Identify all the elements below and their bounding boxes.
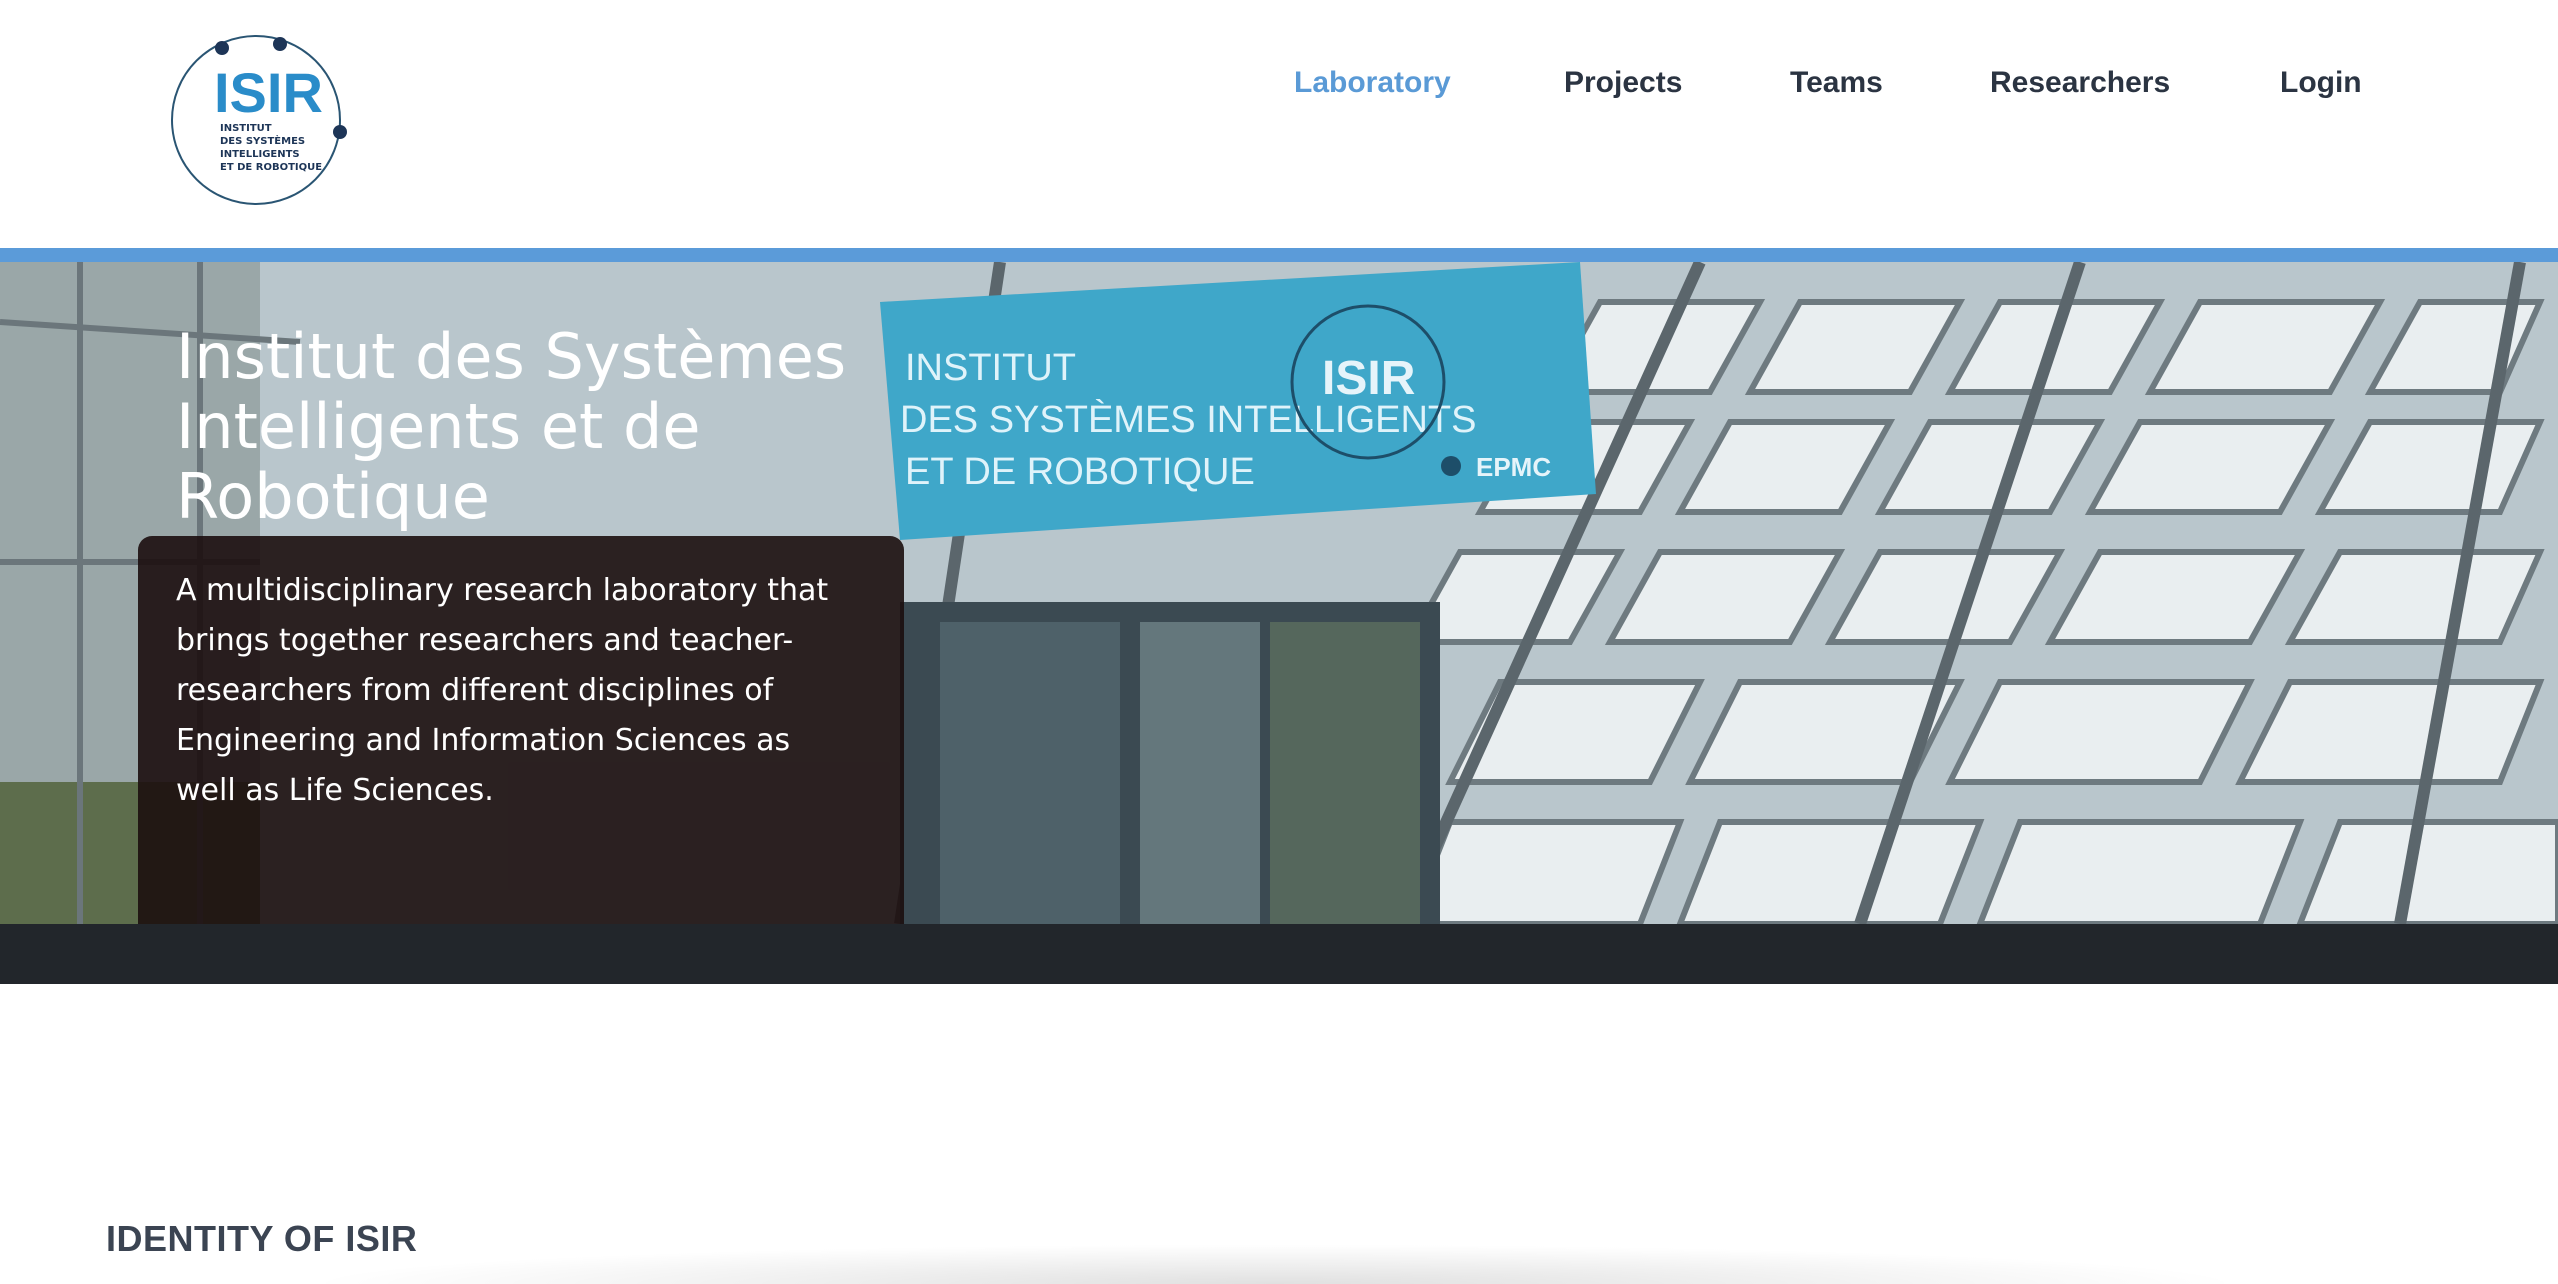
hero-bottom-band xyxy=(0,924,2558,984)
nav-login[interactable]: Login xyxy=(2280,66,2362,100)
sign-logo: ISIR xyxy=(1322,352,1415,405)
nav-researchers[interactable]: Researchers xyxy=(1990,66,2170,100)
nav-laboratory[interactable]: Laboratory xyxy=(1294,66,1451,100)
hero-title: Institut des Systèmes Intelligents et de… xyxy=(176,320,847,533)
header-accent-bar xyxy=(0,248,2558,262)
nav-teams[interactable]: Teams xyxy=(1790,66,1883,100)
sign-line-1: INSTITUT xyxy=(905,347,1076,389)
section-title: IDENTITY OF ISIR xyxy=(106,1218,418,1259)
sign-partner: EPMC xyxy=(1476,452,1551,482)
isir-logo[interactable]: ISIR INSTITUT DES SYSTÈMES INTELLIGENTS … xyxy=(164,34,360,206)
section-card-shadow xyxy=(300,1244,2250,1284)
hero-description: A multidisciplinary research laboratory … xyxy=(176,573,829,808)
svg-text:ISIR: ISIR xyxy=(214,61,323,124)
nav-projects[interactable]: Projects xyxy=(1564,66,1682,100)
logo-circle-icon: ISIR xyxy=(171,35,347,205)
sign-line-3: ET DE ROBOTIQUE xyxy=(905,451,1255,493)
logo-wordmark: INSTITUT DES SYSTÈMES INTELLIGENTS ET DE… xyxy=(220,123,323,173)
site-header: ISIR INSTITUT DES SYSTÈMES INTELLIGENTS … xyxy=(0,0,2558,248)
